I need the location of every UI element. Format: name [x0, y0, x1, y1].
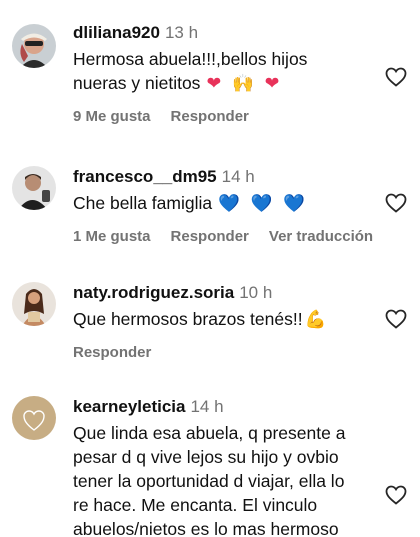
comment-header: francesco__dm95 14 h	[73, 166, 376, 188]
comment-header: dliliana920 13 h	[73, 22, 376, 44]
username[interactable]: francesco__dm95	[73, 167, 217, 186]
timestamp: 14 h	[190, 397, 224, 416]
heart-outline-icon[interactable]	[384, 191, 408, 215]
reply-button[interactable]: Responder	[171, 228, 249, 245]
heart-outline-icon[interactable]	[384, 307, 408, 331]
comment-header: naty.rodriguez.soria 10 h	[73, 282, 376, 304]
avatar-image	[12, 282, 56, 326]
comment-body: francesco__dm95 14 h Che bella famiglia 💙 …	[73, 166, 376, 245]
see-translation-button[interactable]: Ver traducción	[269, 228, 373, 245]
comment-header: kearneyleticia 14 h	[73, 396, 376, 418]
avatar[interactable]	[12, 24, 56, 68]
username[interactable]: kearneyleticia	[73, 397, 185, 416]
comments-list: dliliana920 13 h Hermosa abuela!!!,bellos…	[0, 0, 420, 537]
avatar-image	[12, 166, 56, 210]
heart-outline-icon[interactable]	[384, 65, 408, 89]
avatar[interactable]	[12, 166, 56, 210]
comment-body: kearneyleticia 14 h Que linda esa abuela,…	[73, 396, 376, 537]
comment-text-line: tener la oportunidad d viajar, ella lo	[73, 471, 345, 491]
reply-button[interactable]: Responder	[73, 344, 151, 361]
timestamp: 13 h	[164, 23, 199, 42]
comment-text: Che bella famiglia 💙 💙 💙	[73, 193, 309, 213]
comment-text-line: nueras y nietitos ❤ 🙌 ❤	[73, 73, 283, 93]
comment-actions: 1 Me gusta Responder Ver traducción	[73, 228, 376, 245]
comment-text: Que linda esa abuela, q presente a pesar…	[73, 421, 376, 537]
comment-text-line: Que linda esa abuela, q presente a	[73, 423, 346, 443]
avatar-image	[12, 396, 56, 440]
emoji-hearts: ❤ 🙌 ❤	[206, 73, 283, 93]
comment-text: Hermosa abuela!!!,bellos hijos nueras y …	[73, 47, 376, 95]
avatar[interactable]	[12, 282, 56, 326]
timestamp: 10 h	[239, 283, 273, 302]
comment-text-line: pesar d q vive lejos su hijo y ovbio	[73, 447, 339, 467]
reply-button[interactable]: Responder	[171, 108, 249, 125]
comment-actions: 9 Me gusta Responder	[73, 108, 376, 125]
comment-text-line: Hermosa abuela!!!,bellos hijos	[73, 49, 308, 69]
emoji-hearts: 💙 💙 💙	[218, 193, 309, 213]
flexed-biceps-emoji: 💪	[304, 309, 327, 329]
comment-text-line: abuelos/nietos es lo mas hermoso	[73, 519, 339, 537]
username[interactable]: dliliana920	[73, 23, 160, 42]
timestamp: 14 h	[221, 167, 255, 186]
comment-body: naty.rodriguez.soria 10 h Que hermosos br…	[73, 282, 376, 361]
comment-body: dliliana920 13 h Hermosa abuela!!!,bellos…	[73, 22, 376, 125]
username[interactable]: naty.rodriguez.soria	[73, 283, 234, 302]
comment-text-line: re hace. Me encanta. El vinculo	[73, 495, 318, 515]
comment-actions: Responder	[73, 344, 376, 361]
avatar[interactable]	[12, 396, 56, 440]
likes-count[interactable]: 1 Me gusta	[73, 228, 151, 245]
likes-count[interactable]: 9 Me gusta	[73, 108, 151, 125]
avatar-image	[12, 24, 56, 68]
heart-outline-icon[interactable]	[384, 483, 408, 507]
comment-text: Que hermosos brazos tenés!! 💪	[73, 309, 327, 329]
